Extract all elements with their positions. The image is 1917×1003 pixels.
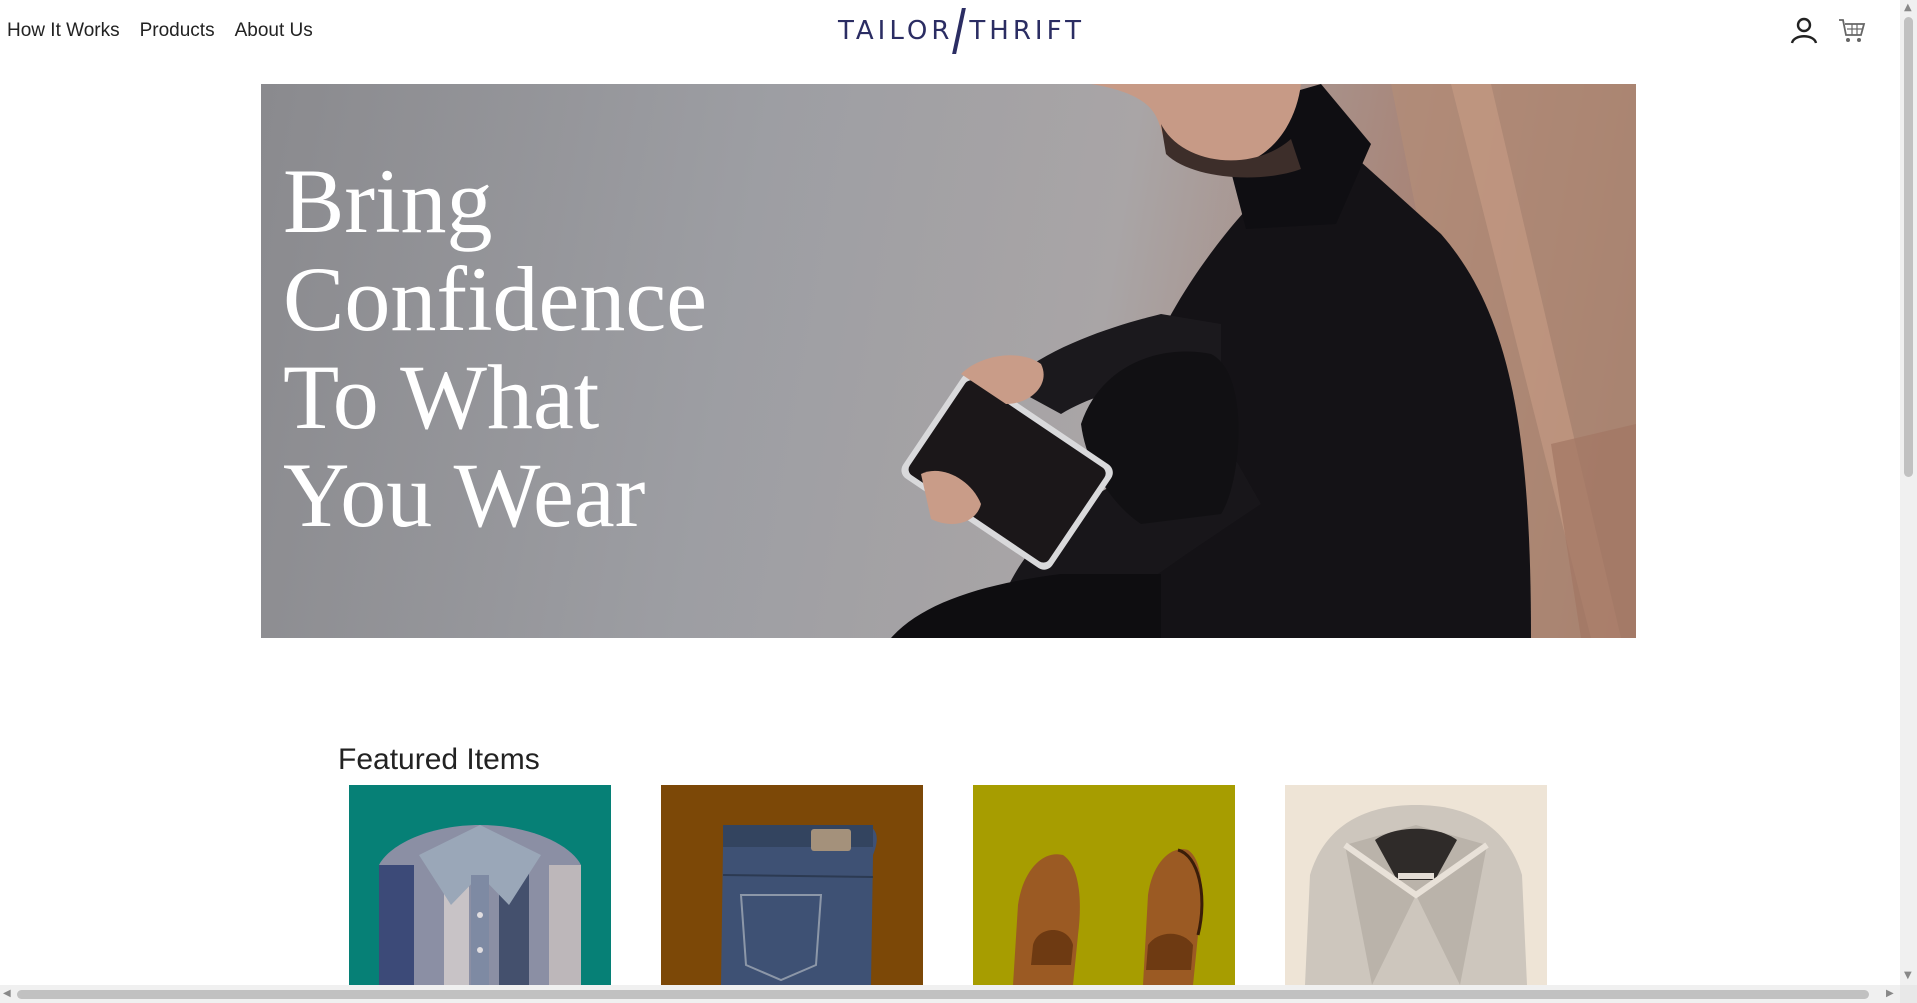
nav-how-it-works[interactable]: How It Works	[7, 20, 120, 42]
nav-about-us[interactable]: About Us	[235, 20, 313, 42]
scroll-up-icon[interactable]: ▲	[1904, 2, 1912, 13]
horizontal-scrollbar[interactable]: ◀ ▶	[0, 985, 1900, 1003]
plaid-shirt-image	[349, 785, 611, 985]
scrollbar-corner	[1900, 985, 1917, 1003]
denim-jeans-image	[661, 785, 923, 985]
horizontal-scroll-thumb[interactable]	[17, 990, 1869, 999]
user-icon[interactable]	[1790, 16, 1818, 44]
leather-shoes-image	[973, 785, 1235, 985]
featured-item-shirt[interactable]	[349, 785, 611, 985]
hero-title: Bring Confidence To What You Wear	[283, 150, 708, 546]
page: How It Works Products About Us TAILOR TH…	[0, 0, 1900, 985]
nav-products[interactable]: Products	[140, 20, 215, 42]
main-nav: How It Works Products About Us	[7, 20, 313, 42]
knit-cardigan-image	[1285, 785, 1547, 985]
logo-right-text: THRIFT	[969, 16, 1085, 46]
logo-left-text: TAILOR	[838, 16, 954, 46]
scroll-right-icon[interactable]: ▶	[1886, 988, 1894, 999]
vertical-scrollbar[interactable]: ▲ ▼	[1900, 0, 1917, 985]
featured-grid	[349, 785, 1547, 985]
logo[interactable]: TAILOR THRIFT	[838, 8, 1085, 54]
featured-item-cardigan[interactable]	[1285, 785, 1547, 985]
vertical-scroll-thumb[interactable]	[1904, 17, 1913, 477]
logo-slash	[952, 8, 967, 54]
featured-item-jeans[interactable]	[661, 785, 923, 985]
scroll-left-icon[interactable]: ◀	[3, 988, 11, 999]
cart-icon[interactable]	[1838, 16, 1866, 44]
hero-banner: Bring Confidence To What You Wear	[261, 84, 1636, 638]
featured-title: Featured Items	[338, 743, 540, 776]
header-icons	[1790, 16, 1866, 44]
scroll-down-icon[interactable]: ▼	[1904, 970, 1912, 981]
featured-item-shoes[interactable]	[973, 785, 1235, 985]
